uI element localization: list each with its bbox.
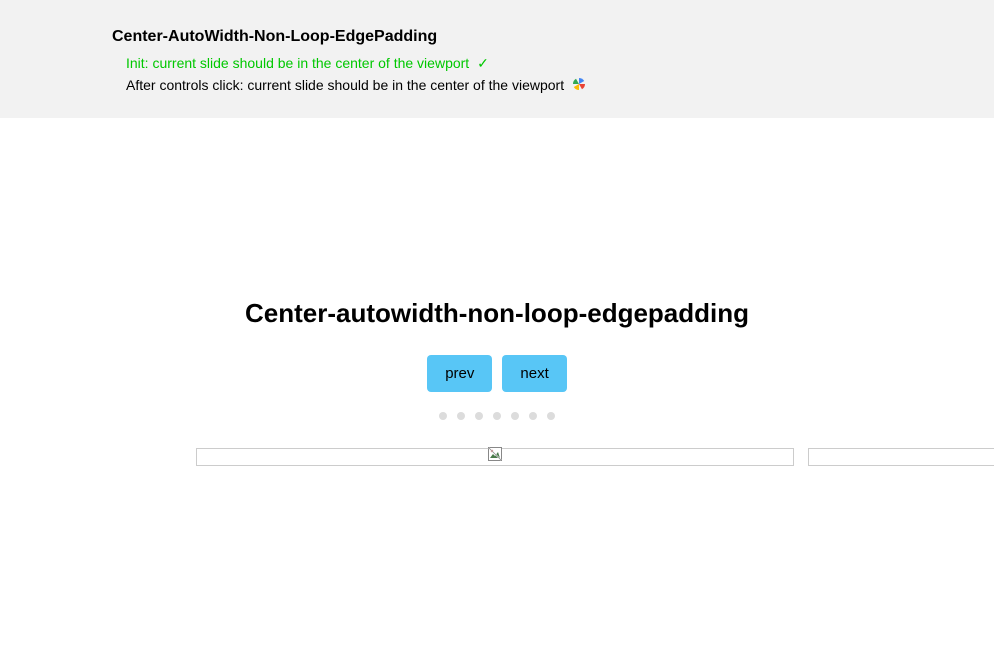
slide-item <box>196 448 794 466</box>
slider-dot[interactable] <box>529 412 537 420</box>
slide-item <box>808 448 994 466</box>
slider-dot[interactable] <box>439 412 447 420</box>
main-content: Center-autowidth-non-loop-edgepadding pr… <box>0 118 994 466</box>
slider-track <box>0 448 994 466</box>
next-button[interactable]: next <box>502 355 566 392</box>
prev-button[interactable]: prev <box>427 355 492 392</box>
slider-dots <box>0 412 994 420</box>
pinwheel-icon <box>572 75 586 97</box>
slider-title: Center-autowidth-non-loop-edgepadding <box>0 298 994 329</box>
status-running-text: After controls click: current slide shou… <box>126 77 564 93</box>
test-suite-title: Center-AutoWidth-Non-Loop-EdgePadding <box>112 28 994 46</box>
broken-image-icon <box>488 447 502 466</box>
status-line-pass: Init: current slide should be in the cen… <box>112 52 994 74</box>
slider-dot[interactable] <box>457 412 465 420</box>
check-icon: ✓ <box>477 55 489 71</box>
test-header-panel: Center-AutoWidth-Non-Loop-EdgePadding In… <box>0 0 994 118</box>
slider-dot[interactable] <box>547 412 555 420</box>
slider-dot[interactable] <box>511 412 519 420</box>
slider-controls: prev next <box>0 355 994 392</box>
slider-dot[interactable] <box>475 412 483 420</box>
status-line-running: After controls click: current slide shou… <box>112 74 994 97</box>
slider-dot[interactable] <box>493 412 501 420</box>
status-pass-text: Init: current slide should be in the cen… <box>126 55 469 71</box>
